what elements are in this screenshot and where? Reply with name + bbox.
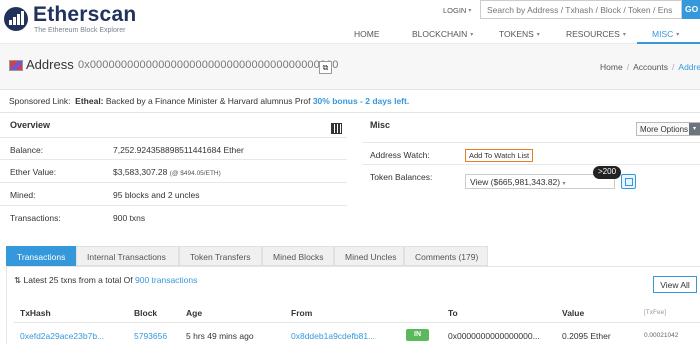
overview-row-ether-value: Ether Value: $3,583,307.28 (@ $494.05/ET…: [0, 160, 347, 183]
token-count-badge: >200: [593, 166, 622, 179]
chevron-down-icon: ▾: [562, 181, 566, 187]
etherscan-logo[interactable]: Etherscan The Ethereum Block Explorer: [4, 3, 194, 38]
row-block[interactable]: 5793656: [134, 331, 167, 341]
chevron-down-icon: ▾: [676, 31, 680, 38]
login-label: LOGIN: [443, 6, 467, 15]
chevron-down-icon: ▾: [468, 8, 472, 14]
chevron-down-icon: ▾: [536, 31, 540, 38]
add-to-watch-list-button[interactable]: Add To Watch List: [465, 149, 534, 162]
col-from: From: [291, 308, 313, 318]
site-header: Etherscan The Ethereum Block Explorer LO…: [0, 0, 700, 44]
row-age: 5 hrs 49 mins ago: [186, 331, 254, 341]
nav-misc[interactable]: MISC ▾: [652, 29, 679, 39]
tab-internal-transactions[interactable]: Internal Transactions: [76, 246, 179, 266]
balance-label: Balance:: [10, 145, 44, 155]
breadcrumb: Home/Accounts/Address: [600, 62, 700, 72]
ether-value: $3,583,307.28 (@ $494.05/ETH): [113, 167, 221, 177]
row-to: 0x0000000000000000...: [448, 331, 540, 341]
nav-tokens-label: TOKENS: [499, 29, 534, 39]
sponsor-highlight[interactable]: 30% bonus - 2 days left.: [313, 96, 409, 106]
logo-tagline: The Ethereum Block Explorer: [34, 27, 126, 34]
breadcrumb-accounts[interactable]: Accounts: [633, 62, 668, 72]
page-address: 0x00000000000000000000000000000000000000…: [78, 59, 339, 71]
page-title-bar: Address 0x000000000000000000000000000000…: [0, 44, 700, 90]
ether-value-amount: $3,583,307.28: [113, 167, 168, 177]
qr-code-icon[interactable]: [331, 123, 342, 134]
overview-row-balance: Balance: 7,252.924358898511441684 Ether: [0, 137, 347, 160]
row-txhash[interactable]: 0xefd2a29ace23b7b...: [20, 331, 104, 341]
login-link[interactable]: LOGIN ▾: [443, 6, 471, 15]
view-all-button[interactable]: View All: [653, 276, 697, 293]
summary-text: Latest 25 txns from a total Of: [23, 275, 133, 285]
breadcrumb-separator: /: [626, 62, 630, 72]
col-txhash: TxHash: [20, 308, 51, 318]
page-title: Address: [26, 57, 74, 72]
ether-value-label: Ether Value:: [10, 167, 57, 177]
total-transactions-link[interactable]: 900 transactions: [135, 275, 197, 285]
ether-price: (@ $494.05/ETH): [169, 170, 221, 177]
logo-chart-icon: [4, 7, 28, 31]
token-tracker-icon[interactable]: [621, 174, 636, 189]
mined-value: 95 blocks and 2 uncles: [113, 190, 200, 200]
breadcrumb-home[interactable]: Home: [600, 62, 623, 72]
col-age: Age: [186, 308, 203, 318]
tab-comments[interactable]: Comments (179): [404, 246, 488, 266]
tab-bar: Transactions Internal Transactions Token…: [6, 246, 700, 266]
transactions-label: Transactions:: [10, 213, 61, 223]
overview-row-transactions: Transactions: 900 txns: [0, 206, 347, 229]
nav-misc-label: MISC: [652, 29, 674, 39]
nav-tokens[interactable]: TOKENS ▾: [499, 29, 540, 39]
nav-resources[interactable]: RESOURCES ▾: [566, 29, 626, 39]
tab-transactions[interactable]: Transactions: [6, 246, 76, 266]
misc-heading: Misc: [370, 120, 391, 130]
transactions-summary: ⇅ Latest 25 txns from a total Of 900 tra…: [14, 275, 197, 286]
logo-name: Etherscan: [33, 3, 137, 26]
tab-mined-uncles[interactable]: Mined Uncles: [334, 246, 404, 266]
address-watch-label: Address Watch:: [370, 150, 430, 160]
nav-home[interactable]: HOME: [354, 29, 380, 39]
overview-row-mined: Mined: 95 blocks and 2 uncles: [0, 183, 347, 206]
row-from[interactable]: 0x8ddeb1a9cdefb81...: [291, 331, 375, 341]
chevron-down-icon[interactable]: ▾: [689, 123, 700, 135]
col-value: Value: [562, 308, 585, 318]
mined-label: Mined:: [10, 190, 36, 200]
col-txfee: [TxFee]: [644, 309, 667, 316]
sponsored-label: Sponsored Link:: [9, 96, 71, 106]
col-to: To: [448, 308, 458, 318]
row-txfee: 0.00021042: [644, 332, 679, 339]
chevron-down-icon: ▾: [622, 31, 626, 38]
sponsor-text[interactable]: Backed by a Finance Minister & Harvard a…: [106, 96, 311, 106]
chevron-down-icon: ▾: [470, 31, 474, 38]
sponsor-name[interactable]: Etheal:: [75, 96, 103, 106]
nav-blockchain-label: BLOCKCHAIN: [412, 29, 468, 39]
divider: [0, 112, 700, 113]
token-balances-select[interactable]: View ($665,981,343.82) ▾: [465, 174, 615, 189]
sort-icon: ⇅: [14, 275, 22, 285]
breadcrumb-separator: /: [672, 62, 675, 72]
tab-token-transfers[interactable]: Token Transfers: [179, 246, 262, 266]
copy-icon[interactable]: ⧉: [319, 61, 332, 74]
address-identicon: [9, 60, 23, 71]
sponsored-link: Sponsored Link: Etheal: Backed by a Fina…: [9, 96, 409, 106]
search-input[interactable]: [480, 0, 682, 19]
search-go-button[interactable]: GO: [682, 0, 700, 19]
direction-badge: IN: [406, 329, 429, 341]
tab-mined-blocks[interactable]: Mined Blocks: [262, 246, 334, 266]
nav-blockchain[interactable]: BLOCKCHAIN ▾: [412, 29, 473, 39]
balance-value: 7,252.924358898511441684 Ether: [113, 145, 244, 155]
breadcrumb-address: Address: [678, 62, 700, 72]
transactions-value: 900 txns: [113, 213, 146, 223]
nav-home-label: HOME: [354, 29, 380, 39]
table-divider: [14, 322, 700, 323]
col-block: Block: [134, 308, 158, 318]
overview-heading: Overview: [10, 120, 51, 130]
nav-resources-label: RESOURCES: [566, 29, 620, 39]
token-balances-label: Token Balances:: [370, 172, 433, 182]
token-balances-value: View ($665,981,343.82): [470, 177, 561, 187]
row-value: 0.2095 Ether: [562, 331, 611, 341]
